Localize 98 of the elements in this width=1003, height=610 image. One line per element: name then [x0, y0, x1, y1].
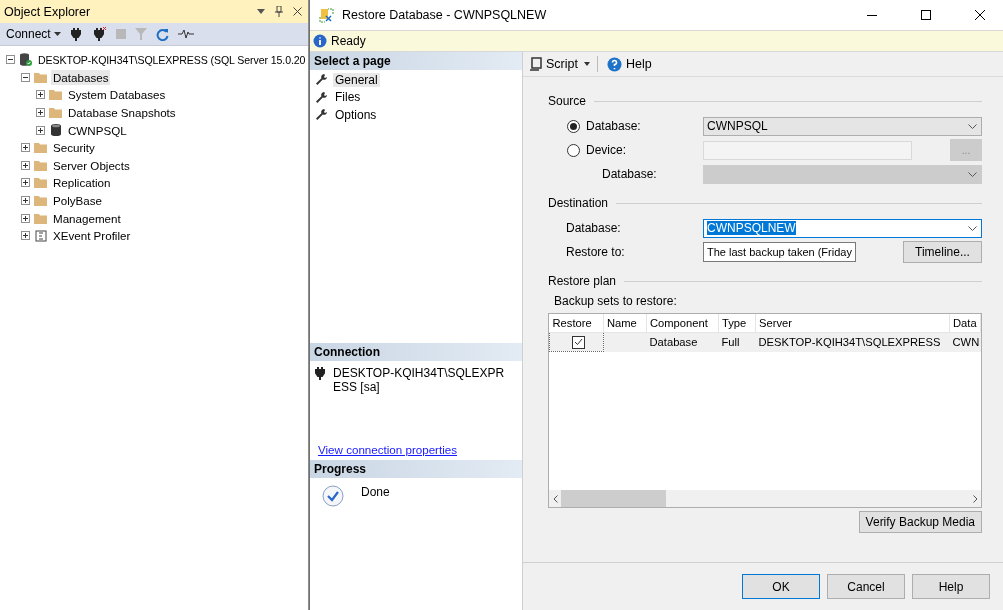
script-icon — [529, 57, 542, 71]
page-item[interactable]: Files — [333, 90, 363, 105]
tree-item[interactable]: DESKTOP-KQIH34T\SQLEXPRESS (SQL Server 15.0.20 — [36, 52, 308, 67]
collapse-icon[interactable] — [6, 55, 15, 65]
column-header[interactable]: Name — [603, 314, 647, 333]
wrench-icon — [315, 73, 329, 87]
collapse-icon[interactable] — [21, 72, 30, 82]
folder-icon — [34, 159, 47, 171]
connection-text: DESKTOP-KQIH34T\SQLEXPRESS [sa] — [333, 366, 506, 394]
page-item[interactable]: Options — [333, 107, 379, 122]
panel-title: Object Explorer — [4, 4, 92, 19]
field-label: Database: — [586, 119, 641, 133]
field-label: Restore to: — [566, 245, 625, 259]
server-icon — [19, 53, 32, 67]
status-text: Ready — [331, 34, 366, 48]
tree-item[interactable]: System Databases — [66, 87, 168, 103]
tree-item[interactable]: Security — [51, 140, 97, 156]
pin-icon[interactable] — [275, 6, 283, 17]
restore-database-icon — [319, 7, 334, 23]
tree-item[interactable]: CWNPSQL — [66, 122, 129, 138]
chevron-down-icon — [968, 123, 977, 129]
folder-icon — [49, 107, 62, 119]
grid-label: Backup sets to restore: — [553, 294, 678, 308]
chevron-down-icon — [968, 171, 977, 177]
tree-item[interactable]: PolyBase — [51, 193, 104, 209]
folder-icon — [34, 212, 47, 224]
field-label: Device: — [586, 143, 626, 157]
pulse-icon[interactable] — [177, 29, 194, 39]
section-header: Progress — [310, 460, 522, 478]
dialog-button[interactable]: Cancel — [827, 574, 905, 599]
wrench-icon — [315, 108, 329, 122]
database-icon — [50, 124, 61, 137]
expand-icon[interactable] — [36, 108, 45, 118]
expand-icon[interactable] — [21, 178, 30, 188]
column-header[interactable]: Server — [755, 314, 950, 333]
check-icon — [573, 338, 583, 346]
column-header[interactable]: Restore — [549, 314, 604, 333]
check-circle-icon — [322, 485, 344, 507]
chevron-down-icon — [968, 225, 977, 231]
verify-button[interactable]: Verify Backup Media — [858, 511, 982, 533]
tree-item[interactable]: Management — [51, 210, 123, 226]
plug-icon[interactable] — [314, 366, 328, 380]
folder-icon — [34, 71, 47, 83]
profiler-icon — [34, 229, 47, 242]
connect-button[interactable]: Connect — [6, 27, 61, 41]
timeline-button[interactable]: Timeline... — [903, 241, 982, 263]
expand-icon[interactable] — [21, 160, 30, 170]
window-title: Restore Database - CWNPSQLNEW — [342, 8, 548, 22]
source-database-dropdown[interactable]: CWNPSQL — [703, 116, 982, 136]
tree-item[interactable]: Database Snapshots — [66, 105, 178, 121]
column-header[interactable]: Component — [646, 314, 719, 333]
refresh-icon[interactable] — [155, 27, 169, 41]
dialog-button[interactable]: Help — [912, 574, 990, 599]
folder-icon — [34, 177, 47, 189]
connection-link[interactable]: View connection properties — [318, 443, 522, 456]
info-icon — [313, 34, 327, 48]
expand-icon[interactable] — [36, 125, 45, 135]
tree-item[interactable]: Replication — [51, 175, 113, 191]
device-field[interactable] — [703, 140, 912, 160]
caret-icon[interactable] — [53, 32, 61, 36]
folder-icon — [34, 142, 47, 154]
expand-icon[interactable] — [21, 213, 30, 223]
destination-database-dropdown[interactable]: CWNPSQLNEW — [703, 218, 982, 238]
section-header: Select a page — [310, 52, 522, 70]
checkbox[interactable] — [571, 335, 585, 349]
radio-button[interactable] — [567, 143, 580, 157]
plug-icon[interactable] — [69, 27, 84, 41]
section-header: Connection — [310, 343, 522, 361]
tree-item[interactable]: Databases — [51, 69, 111, 85]
close-icon[interactable] — [293, 7, 302, 16]
wrench-icon — [315, 90, 329, 104]
help-icon — [606, 56, 622, 72]
expand-icon[interactable] — [21, 231, 30, 241]
column-header[interactable]: Type — [718, 314, 756, 333]
progress-text: Done — [361, 485, 390, 501]
expand-icon[interactable] — [21, 196, 30, 206]
page-item[interactable]: General — [333, 72, 380, 87]
section-label: Restore plan — [548, 274, 617, 288]
radio-button[interactable] — [567, 119, 580, 133]
field-label: Database: — [602, 167, 657, 181]
dropdown-icon[interactable] — [583, 62, 590, 66]
script-button[interactable]: Script — [527, 57, 580, 71]
field-label: Database: — [566, 221, 621, 235]
column-header[interactable]: Data — [949, 314, 981, 333]
dialog-button[interactable]: OK — [742, 574, 820, 599]
expand-icon[interactable] — [21, 143, 30, 153]
section-label: Source — [548, 94, 587, 108]
restore-to-field[interactable]: The last backup taken (Friday — [703, 242, 856, 262]
folder-icon — [49, 89, 62, 101]
disconnect-icon[interactable] — [92, 27, 107, 41]
folder-icon — [34, 195, 47, 207]
tree-item[interactable]: XEvent Profiler — [51, 228, 133, 244]
tree-item[interactable]: Server Objects — [51, 157, 132, 173]
scrollbar-thumb[interactable] — [561, 490, 666, 507]
dropdown-icon[interactable] — [257, 9, 265, 14]
help-button[interactable]: Help — [604, 56, 654, 72]
section-label: Destination — [548, 196, 609, 210]
expand-icon[interactable] — [36, 90, 45, 100]
